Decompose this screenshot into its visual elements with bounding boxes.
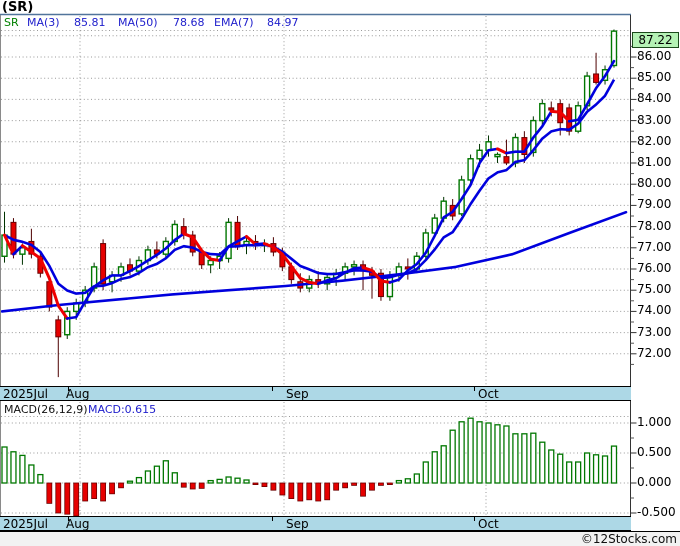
macd-axis-label: 0.000 (637, 475, 672, 489)
price-axis-label: 86.00 (637, 49, 672, 63)
month-label: 2025Jul (3, 517, 49, 531)
month-label: 2025Jul (3, 387, 49, 401)
macd-legend: MACD(26,12,9) MACD:0.615 (0, 403, 630, 416)
month-tick (474, 517, 475, 521)
ema7-label: EMA(7) (214, 16, 254, 29)
price-axis-label: 74.00 (637, 303, 672, 318)
price-axis-label: 82.00 (637, 133, 672, 148)
month-axis-main: 2025Jul Aug Sep Oct (0, 386, 631, 401)
month-label: Sep (286, 387, 309, 401)
ma3-value: 85.81 (74, 16, 106, 29)
price-axis-label: 77.00 (637, 239, 672, 254)
ma3-label: MA(3) (27, 16, 60, 29)
price-axis-label: 80.00 (637, 176, 672, 191)
ma50-label: MA(50) (118, 16, 158, 29)
month-tick (474, 387, 475, 391)
month-label: Aug (66, 387, 90, 401)
month-label: Sep (286, 517, 309, 531)
ma50-value: 78.68 (173, 16, 205, 29)
price-axis-label: 79.00 (637, 197, 672, 212)
macd-axis-label: -0.500 (637, 505, 676, 519)
price-axis-label: 83.00 (637, 112, 672, 127)
price-axis-label: 76.00 (637, 261, 672, 275)
month-label: Oct (478, 517, 499, 531)
current-price-badge: 87.22 (632, 32, 679, 49)
macd-value-label: MACD:0.615 (88, 403, 157, 416)
month-tick (272, 387, 273, 391)
stock-chart: (SR) SR MA(3) 85.81 MA(50) 78.68 EMA(7) … (0, 0, 680, 546)
price-axis-label: 81.00 (637, 155, 672, 169)
ema7-value: 84.97 (267, 16, 299, 29)
month-tick (68, 387, 69, 391)
price-axis-label: 84.00 (637, 91, 672, 106)
month-label: Aug (66, 517, 90, 531)
price-axis-label: 75.00 (637, 282, 672, 297)
month-axis-macd: 2025Jul Aug Sep Oct (0, 516, 631, 531)
month-tick (272, 517, 273, 521)
symbol-label: SR (4, 16, 19, 29)
indicator-legend: SR MA(3) 85.81 MA(50) 78.68 EMA(7) 84.97 (0, 16, 630, 30)
price-axis-label: 78.00 (637, 218, 672, 233)
price-axis-label: 72.00 (637, 345, 672, 360)
copyright-link[interactable]: ©12Stocks.com (581, 532, 677, 546)
footer-bar: ©12Stocks.com (0, 531, 680, 546)
macd-axis-label: 0.500 (637, 445, 672, 459)
macd-params-label: MACD(26,12,9) (4, 403, 88, 416)
price-axis-label: 85.00 (637, 70, 672, 85)
chart-canvas (0, 13, 637, 531)
price-axis-label: 73.00 (637, 324, 672, 339)
macd-axis-label: 1.000 (637, 415, 672, 429)
month-label: Oct (478, 387, 499, 401)
month-tick (68, 517, 69, 521)
